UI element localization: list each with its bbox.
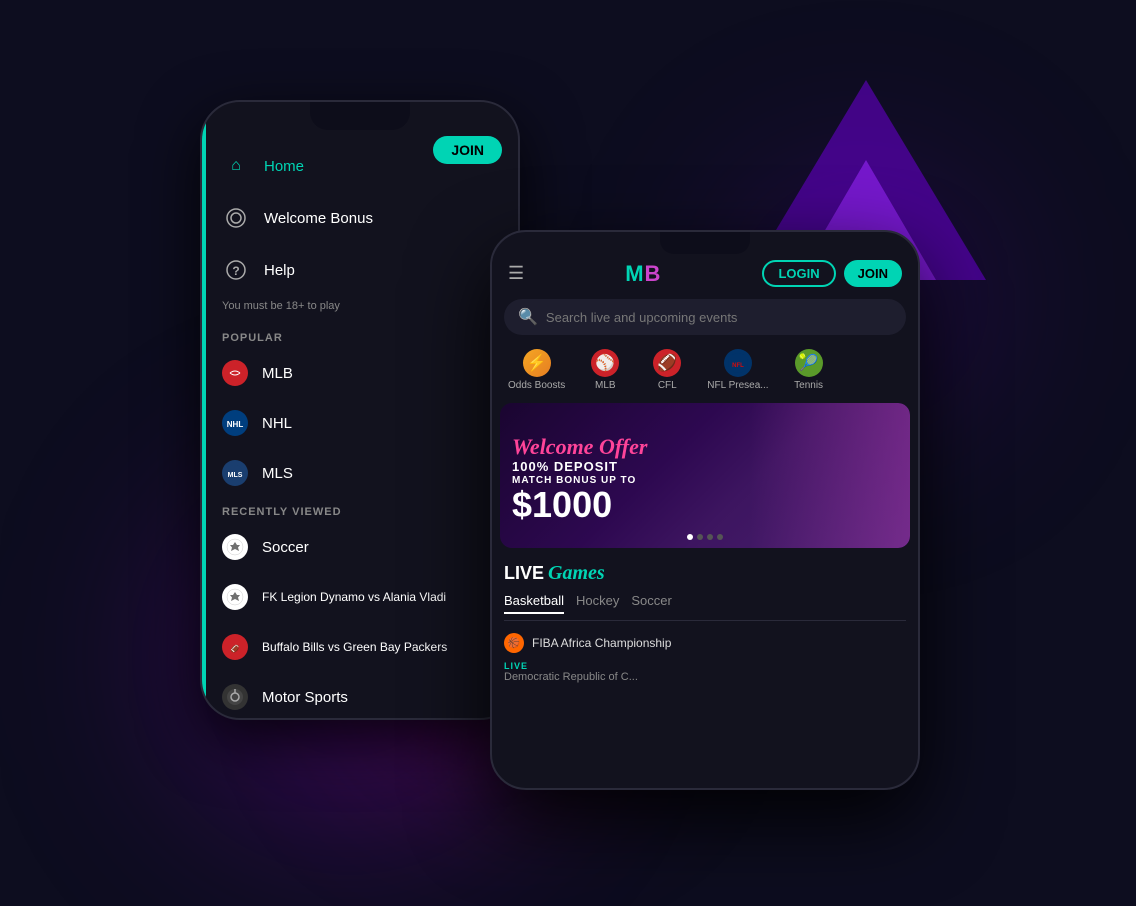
nfl-tab-label: NFL Presea... [707, 380, 768, 391]
nfl-tab-icon: NFL [724, 349, 752, 377]
odds-boosts-icon: ⚡ [523, 349, 551, 377]
dot-3 [707, 534, 713, 540]
tab-tennis[interactable]: 🎾 Tennis [779, 345, 839, 395]
democratic-name: Democratic Republic of C... [504, 671, 906, 683]
fiba-event[interactable]: 🏀 FIBA Africa Championship [504, 629, 906, 657]
promo-title: Welcome Offer [512, 435, 647, 459]
games-word: Games [548, 562, 605, 585]
promo-amount: $1000 [512, 487, 647, 523]
gift-icon [222, 204, 250, 232]
tennis-tab-label: Tennis [794, 380, 823, 391]
fiba-name: FIBA Africa Championship [532, 636, 671, 650]
live-games-section: LIVE Games Basketball Hockey Soccer 🏀 FI… [492, 552, 918, 691]
tab-cfl[interactable]: 🏈 CFL [637, 345, 697, 395]
nav-nhl[interactable]: NHL NHL [202, 398, 518, 448]
nav-welcome-bonus-label: Welcome Bonus [264, 210, 373, 227]
phone-back: JOIN ⌂ Home Welcome Bonus ? Help [200, 100, 520, 720]
live-badge: LIVE [504, 661, 906, 671]
cfl-tab-label: CFL [658, 380, 677, 391]
dot-4 [717, 534, 723, 540]
svg-text:NHL: NHL [227, 420, 244, 429]
democratic-event-wrapper: LIVE Democratic Republic of C... [504, 657, 906, 687]
tab-hockey[interactable]: Hockey [576, 593, 619, 614]
fk-icon [222, 584, 248, 610]
mlb-label: MLB [262, 365, 293, 382]
promo-person-bg [750, 403, 910, 548]
phone-notch-front [660, 232, 750, 254]
nav-motor-sports[interactable]: Motor Sports [202, 672, 518, 720]
buffalo-icon: 🏈 [222, 634, 248, 660]
front-header: ☰ MB LOGIN JOIN [492, 254, 918, 295]
svg-text:?: ? [232, 264, 239, 278]
tab-basketball[interactable]: Basketball [504, 593, 564, 614]
soccer-label: Soccer [262, 539, 309, 556]
tab-soccer-live[interactable]: Soccer [631, 593, 671, 614]
motor-icon [222, 684, 248, 710]
promo-dots [687, 534, 723, 540]
fk-legion-label: FK Legion Dynamo vs Alania Vladi [262, 590, 446, 604]
tab-mlb[interactable]: ⚾ MLB [575, 345, 635, 395]
recently-viewed-header: RECENTLY VIEWED [202, 498, 518, 522]
nav-home-label: Home [264, 158, 304, 175]
dot-1 [687, 534, 693, 540]
mls-icon: MLS [222, 460, 248, 486]
mb-logo: MB [625, 261, 661, 287]
mlb-tab-icon: ⚾ [591, 349, 619, 377]
nhl-label: NHL [262, 415, 292, 432]
hamburger-icon[interactable]: ☰ [508, 263, 524, 284]
dot-2 [697, 534, 703, 540]
phone-back-content: ⌂ Home Welcome Bonus ? Help You must be … [202, 130, 518, 720]
nav-buffalo[interactable]: 🏈 Buffalo Bills vs Green Bay Packers [202, 622, 518, 672]
nav-help-label: Help [264, 262, 295, 279]
search-icon: 🔍 [518, 307, 538, 327]
tennis-tab-icon: 🎾 [795, 349, 823, 377]
age-warning: You must be 18+ to play [202, 296, 518, 324]
phone-front: ☰ MB LOGIN JOIN 🔍 Search live and upcomi… [490, 230, 920, 790]
search-bar[interactable]: 🔍 Search live and upcoming events [504, 299, 906, 335]
fiba-icon: 🏀 [504, 633, 524, 653]
live-word: LIVE [504, 563, 544, 584]
live-games-title: LIVE Games [504, 562, 906, 585]
motor-sports-label: Motor Sports [262, 689, 348, 706]
mlb-icon [222, 360, 248, 386]
nav-help[interactable]: ? Help [202, 244, 518, 296]
help-icon: ? [222, 256, 250, 284]
mls-label: MLS [262, 465, 293, 482]
nav-mls[interactable]: MLS MLS [202, 448, 518, 498]
login-button[interactable]: LOGIN [762, 260, 835, 287]
header-buttons: LOGIN JOIN [762, 260, 902, 287]
home-icon: ⌂ [222, 152, 250, 180]
nav-soccer[interactable]: Soccer [202, 522, 518, 572]
svg-text:NFL: NFL [732, 363, 744, 369]
sports-tabs: ⚡ Odds Boosts ⚾ MLB 🏈 CFL NFL NFL Presea… [492, 341, 918, 399]
join-button-front[interactable]: JOIN [844, 260, 902, 287]
svg-text:MLS: MLS [228, 472, 243, 479]
cfl-tab-icon: 🏈 [653, 349, 681, 377]
nav-mlb[interactable]: MLB [202, 348, 518, 398]
promo-subtitle1: 100% DEPOSIT [512, 459, 647, 475]
phone-notch-back [310, 102, 410, 130]
mlb-tab-label: MLB [595, 380, 616, 391]
tab-nfl[interactable]: NFL NFL Presea... [699, 345, 776, 395]
soccer-icon [222, 534, 248, 560]
nav-welcome-bonus[interactable]: Welcome Bonus [202, 192, 518, 244]
buffalo-label: Buffalo Bills vs Green Bay Packers [262, 640, 447, 654]
svg-text:🏈: 🏈 [231, 644, 240, 653]
search-placeholder: Search live and upcoming events [546, 310, 738, 325]
promo-text: Welcome Offer 100% DEPOSIT MATCH BONUS U… [512, 435, 647, 523]
odds-boosts-label: Odds Boosts [508, 380, 565, 391]
tab-odds-boosts[interactable]: ⚡ Odds Boosts [500, 345, 573, 395]
nav-fk-legion[interactable]: FK Legion Dynamo vs Alania Vladi [202, 572, 518, 622]
live-tabs: Basketball Hockey Soccer [504, 593, 906, 621]
nhl-icon: NHL [222, 410, 248, 436]
phone-border-accent [202, 102, 206, 718]
popular-section-header: POPULAR [202, 324, 518, 348]
promo-banner[interactable]: PROMOTION MLB Welcome Offer 100% DEPOSIT… [500, 403, 910, 548]
join-button-back[interactable]: JOIN [433, 136, 502, 164]
